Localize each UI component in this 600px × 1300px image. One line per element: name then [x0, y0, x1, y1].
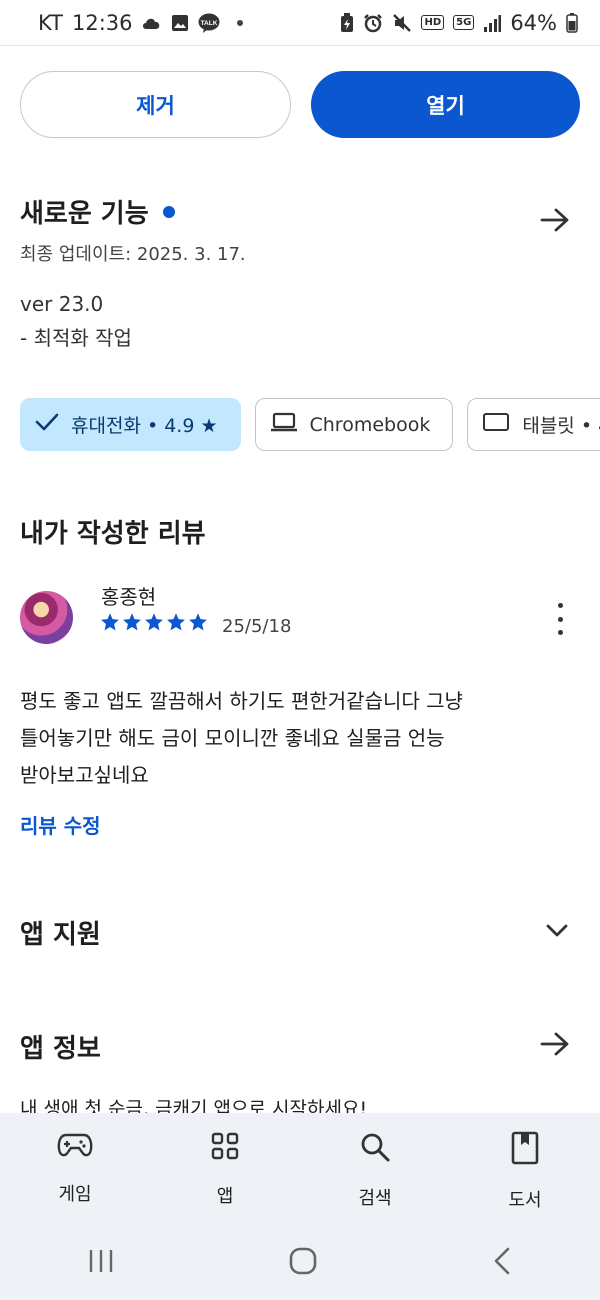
chip-phone[interactable]: 휴대전화 • 4.9 ★ [20, 398, 241, 451]
nav-apps[interactable]: 앱 [165, 1131, 285, 1208]
chip-phone-label: 휴대전화 • 4.9 ★ [71, 415, 218, 437]
device-chip-strip[interactable]: 휴대전화 • 4.9 ★ Chromebook 태블릿 • 4 [0, 390, 600, 460]
nav-books[interactable]: 도서 [465, 1131, 585, 1212]
app-info-title[interactable]: 앱 정보 [20, 1028, 101, 1065]
review-date: 25/5/18 [222, 616, 292, 637]
battery-percent: 64% [510, 10, 557, 35]
laptop-icon [270, 412, 298, 437]
new-indicator-dot [162, 205, 175, 218]
gamepad-icon [57, 1131, 93, 1164]
release-notes: ver 23.0 - 최적화 작업 [20, 287, 132, 355]
bottom-navigation: 게임 앱 검색 도서 [0, 1113, 600, 1225]
uninstall-button[interactable]: 제거 [20, 71, 291, 138]
nav-search-label: 검색 [358, 1188, 392, 1209]
mute-icon [392, 13, 412, 33]
search-icon [359, 1131, 391, 1168]
app-support-title[interactable]: 앱 지원 [20, 914, 101, 951]
last-updated-date: 최종 업데이트: 2025. 3. 17. [20, 244, 246, 265]
alarm-icon [363, 13, 383, 33]
whats-new-header[interactable]: 새로운 기능 최종 업데이트: 2025. 3. 17. [20, 193, 580, 265]
home-icon[interactable] [288, 1246, 318, 1280]
review-rating [100, 612, 208, 632]
chevron-down-icon[interactable] [544, 918, 570, 946]
chip-tablet-label: 태블릿 • 4 [522, 415, 600, 437]
recent-apps-icon[interactable] [87, 1247, 115, 1279]
chip-tablet[interactable]: 태블릿 • 4 [467, 398, 600, 451]
apps-grid-icon [210, 1131, 240, 1166]
carrier-label: KT [38, 10, 63, 35]
kakao-badge-text: TALK [200, 20, 217, 27]
version-label: ver 23.0 [20, 292, 104, 316]
nav-games-label: 게임 [58, 1184, 92, 1205]
kakao-talk-icon: TALK [198, 13, 220, 33]
notification-dot-icon [236, 19, 243, 26]
clock-time: 12:36 [71, 10, 133, 35]
open-button[interactable]: 열기 [311, 71, 580, 138]
star-icon [123, 613, 141, 631]
5g-icon: 5G [453, 15, 475, 30]
nav-search[interactable]: 검색 [315, 1131, 435, 1210]
whats-new-title: 새로운 기능 [20, 199, 149, 229]
reviewer-name: 홍종현 [101, 585, 157, 609]
battery-saver-icon [340, 12, 354, 33]
battery-icon [566, 12, 578, 33]
nav-apps-label: 앱 [216, 1186, 234, 1207]
hd-icon: HD [421, 15, 445, 30]
chip-chromebook[interactable]: Chromebook [254, 398, 454, 451]
signal-icon [483, 14, 502, 32]
chip-chromebook-label: Chromebook [309, 413, 431, 436]
system-navigation-bar [0, 1225, 600, 1300]
my-review-heading: 내가 작성한 리뷰 [20, 519, 206, 549]
review-text: 평도 좋고 앱도 깔끔해서 하기도 편한거같습니다 그냥 틀어놓기만 해도 금이… [20, 683, 540, 794]
arrow-right-icon[interactable] [540, 1031, 570, 1061]
nav-books-label: 도서 [508, 1190, 542, 1211]
install-actions: 제거 열기 [20, 71, 580, 138]
edit-review-link[interactable]: 리뷰 수정 [20, 810, 101, 839]
tablet-icon [482, 412, 510, 437]
cloud-icon [142, 16, 162, 30]
back-icon[interactable] [491, 1246, 513, 1280]
more-vert-icon[interactable] [550, 603, 570, 635]
release-note-line: - 최적화 작업 [20, 326, 132, 350]
book-icon [511, 1131, 539, 1170]
review-text-line: 틀어놓기만 해도 금이 모이니깐 좋네요 실물금 언능 [20, 726, 445, 750]
star-icon [189, 613, 207, 631]
star-icon [145, 613, 163, 631]
review-text-line: 평도 좋고 앱도 깔끔해서 하기도 편한거같습니다 그냥 [20, 689, 463, 713]
arrow-right-icon[interactable] [540, 207, 570, 237]
star-icon [167, 613, 185, 631]
check-icon [35, 412, 59, 437]
star-icon [101, 613, 119, 631]
avatar [20, 591, 73, 644]
nav-games[interactable]: 게임 [15, 1131, 135, 1206]
image-icon [171, 14, 189, 32]
review-text-line: 받아보고싶네요 [20, 763, 149, 787]
status-bar: KT 12:36 TALK HD 5G 64% [0, 0, 600, 46]
